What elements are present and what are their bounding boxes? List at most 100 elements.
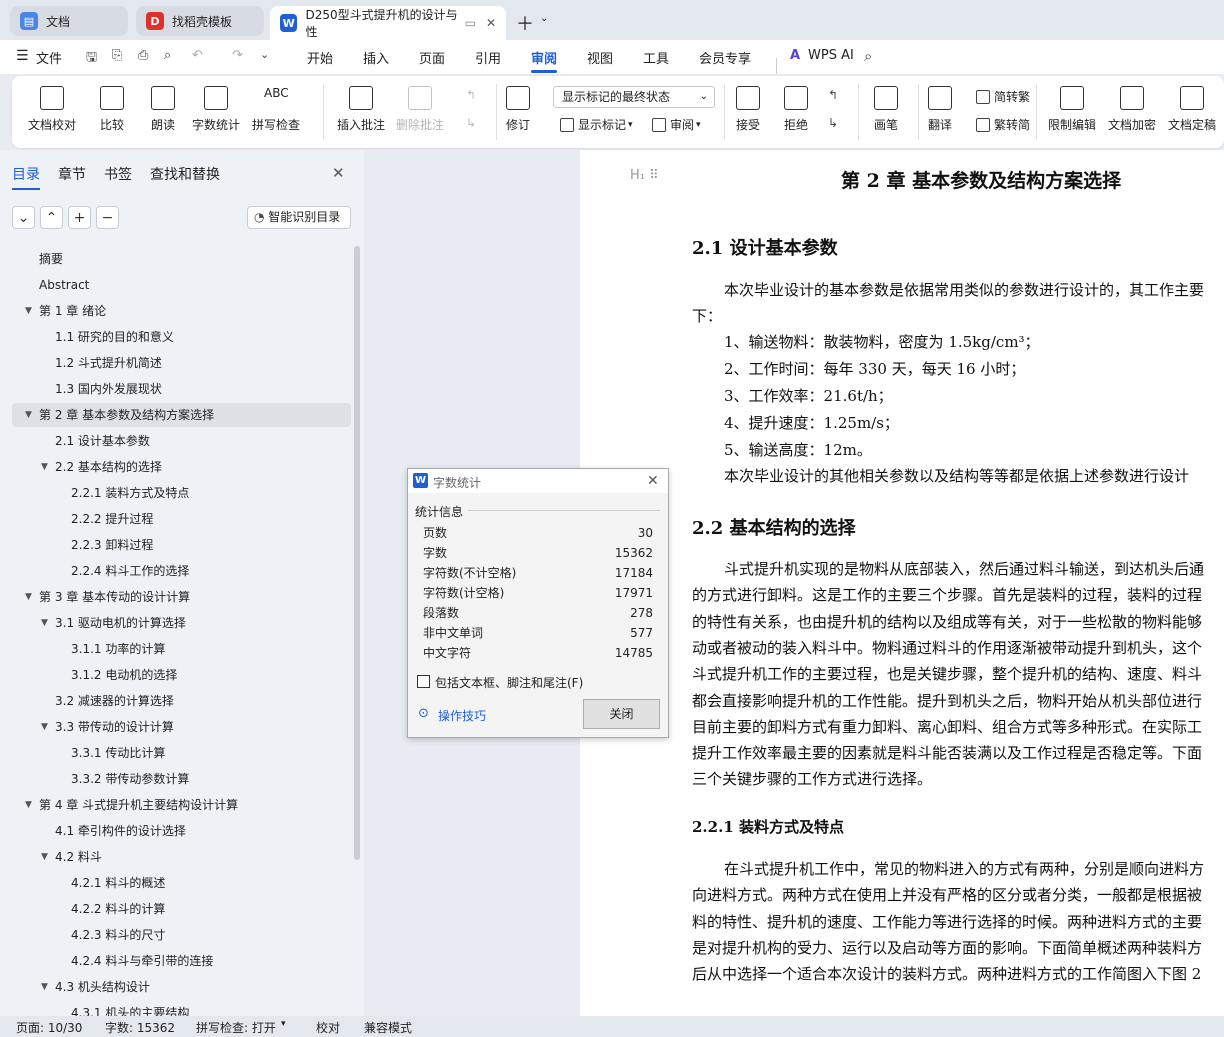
expand-arrow-icon[interactable]: ▼ (41, 974, 48, 1000)
scrollbar[interactable] (354, 246, 360, 860)
menu-review[interactable]: 审阅 (531, 48, 558, 73)
prev-change-icon[interactable]: ↰ (828, 88, 838, 102)
toc-item[interactable]: 3.1.1 功率的计算 (71, 636, 165, 662)
toc-item[interactable]: ▼ 第 4 章 斗式提升机主要结构设计计算 (25, 792, 238, 818)
print-preview-icon[interactable]: ⌕ (164, 48, 171, 63)
add-heading-button[interactable]: + (68, 206, 91, 229)
menu-view[interactable]: 视图 (587, 48, 613, 67)
wps-ai-icon[interactable]: A (790, 48, 800, 63)
toc-item[interactable]: 4.2.2 料斗的计算 (71, 896, 165, 922)
restrict-edit-button[interactable]: 限制编辑 (1048, 86, 1096, 133)
tab-documents[interactable]: ▤ 文档 (10, 6, 128, 36)
word-count-button[interactable]: 字数统计 (192, 86, 240, 133)
next-comment-icon[interactable]: ↳ (466, 116, 476, 130)
menu-page[interactable]: 页面 (419, 48, 445, 67)
translate-button[interactable]: 翻译 (928, 86, 952, 133)
insert-comment-button[interactable]: 插入批注 (337, 86, 385, 133)
toc-item[interactable]: 摘要 (39, 246, 63, 272)
tips-icon[interactable]: ⊙ (418, 706, 429, 721)
spell-check-status[interactable]: 拼写检查: 打开 (196, 1019, 276, 1036)
close-panel-icon[interactable]: ✕ (332, 164, 345, 182)
menu-home[interactable]: 开始 (307, 48, 333, 67)
review-pane-button[interactable]: 审阅 ▾ (652, 116, 701, 133)
ink-button[interactable]: 画笔 (874, 86, 898, 133)
delete-comment-button[interactable]: 删除批注 (396, 86, 444, 133)
compare-button[interactable]: 比较 (100, 86, 124, 133)
tab-current-document[interactable]: W D250型斗式提升机的设计与性 ▭ ✕ (270, 6, 506, 40)
search-icon[interactable]: ⌕ (864, 47, 872, 65)
tab-sections[interactable]: 章节 (58, 164, 86, 184)
new-tab-icon[interactable]: ＋ (516, 10, 534, 36)
next-change-icon[interactable]: ↳ (828, 116, 838, 130)
expand-arrow-icon[interactable]: ▼ (25, 584, 32, 610)
menu-file[interactable]: 文件 (36, 48, 62, 67)
heading-marker-icon[interactable]: H₁ ⠿ (630, 168, 659, 183)
toc-item[interactable]: Abstract (39, 272, 89, 298)
menu-references[interactable]: 引用 (475, 48, 501, 67)
toc-item[interactable]: 2.2.1 装料方式及特点 (71, 480, 189, 506)
show-markup-button[interactable]: 显示标记 ▾ (560, 116, 633, 133)
expand-arrow-icon[interactable]: ▼ (41, 844, 48, 870)
hamburger-icon[interactable]: ☰ (16, 48, 29, 64)
redo-icon[interactable]: ↷ (232, 48, 243, 63)
spell-check-button[interactable]: ABC 拼写检查 (252, 86, 300, 133)
reject-button[interactable]: 拒绝 (784, 86, 808, 133)
toc-item[interactable]: 1.2 斗式提升机简述 (55, 350, 162, 376)
toc-item[interactable]: ▼ 4.3 机头结构设计 (41, 974, 150, 1000)
share-icon[interactable]: ⎘ (112, 48, 122, 63)
finalize-button[interactable]: 文档定稿 (1168, 86, 1216, 133)
toc-item[interactable]: 4.2.1 料斗的概述 (71, 870, 165, 896)
to-simplified-button[interactable]: 繁转简 (976, 116, 1030, 133)
toc-item[interactable]: 3.3.1 传动比计算 (71, 740, 165, 766)
undo-icon[interactable]: ↶ (192, 48, 203, 63)
proofread-status[interactable]: 校对 (316, 1019, 340, 1036)
toc-item[interactable]: ▼ 第 1 章 绪论 (25, 298, 106, 324)
expand-arrow-icon[interactable]: ▼ (41, 454, 48, 480)
toc-item[interactable]: ▼ 4.2 料斗 (41, 844, 102, 870)
toc-item[interactable]: 3.2 减速器的计算选择 (55, 688, 174, 714)
to-traditional-button[interactable]: 简转繁 (976, 88, 1030, 105)
word-count-indicator[interactable]: 字数: 15362 (105, 1019, 175, 1036)
toc-item[interactable]: 4.2.4 料斗与牵引带的连接 (71, 948, 213, 974)
toc-item[interactable]: 1.1 研究的目的和意义 (55, 324, 174, 350)
expand-arrow-icon[interactable]: ▼ (41, 610, 48, 636)
toc-item[interactable]: ▼ 3.1 驱动电机的计算选择 (41, 610, 186, 636)
collapse-down-button[interactable]: ⌄ (12, 206, 35, 229)
expand-arrow-icon[interactable]: ▼ (25, 402, 32, 428)
menu-wps-ai[interactable]: WPS AI (808, 48, 854, 63)
encrypt-button[interactable]: 文档加密 (1108, 86, 1156, 133)
toc-item[interactable]: 4.1 牵引构件的设计选择 (55, 818, 186, 844)
prev-comment-icon[interactable]: ↰ (466, 88, 476, 102)
smart-toc-button[interactable]: ◔ 智能识别目录 (247, 206, 351, 229)
menu-membership[interactable]: 会员专享 (699, 48, 751, 67)
save-icon[interactable]: 🖫 (86, 48, 97, 70)
print-icon[interactable]: ⎙ (138, 48, 148, 63)
document-page[interactable]: H₁ ⠿ 第 2 章 基本参数及结构方案选择 2.1 设计基本参数 本次毕业设计… (580, 150, 1224, 1016)
menu-tools[interactable]: 工具 (643, 48, 669, 67)
toc-item[interactable]: 2.1 设计基本参数 (55, 428, 150, 454)
chevron-down-icon[interactable]: ⌄ (540, 13, 548, 24)
chevron-down-icon[interactable]: ▾ (281, 1019, 286, 1029)
close-tab-icon[interactable]: ✕ (486, 16, 496, 30)
toc-item[interactable]: 4.2.3 料斗的尺寸 (71, 922, 165, 948)
close-button[interactable]: 关闭 (583, 699, 660, 729)
page-indicator[interactable]: 页面: 10/30 (16, 1019, 82, 1036)
toc-item[interactable]: 2.2.3 卸料过程 (71, 532, 153, 558)
markup-state-select[interactable]: 显示标记的最终状态 ⌄ (553, 86, 715, 108)
close-icon[interactable]: ✕ (647, 473, 659, 489)
expand-arrow-icon[interactable]: ▼ (25, 792, 32, 818)
toc-item[interactable]: ▼ 2.2 基本结构的选择 (41, 454, 162, 480)
include-notes-checkbox[interactable] (417, 675, 430, 688)
tab-bookmarks[interactable]: 书签 (104, 164, 132, 184)
read-aloud-button[interactable]: 朗读 (151, 86, 175, 133)
collapse-up-button[interactable]: ⌃ (40, 206, 63, 229)
tab-toc[interactable]: 目录 (12, 164, 40, 190)
remove-heading-button[interactable]: − (96, 206, 119, 229)
toc-item[interactable]: 1.3 国内外发展现状 (55, 376, 162, 402)
toc-item[interactable]: 2.2.4 料斗工作的选择 (71, 558, 189, 584)
accept-button[interactable]: 接受 (736, 86, 760, 133)
more-icon[interactable]: ⌄ (260, 48, 269, 61)
menu-insert[interactable]: 插入 (363, 48, 389, 67)
toc-item[interactable]: 3.3.2 带传动参数计算 (71, 766, 189, 792)
toc-item[interactable]: ▼ 3.3 带传动的设计计算 (41, 714, 174, 740)
